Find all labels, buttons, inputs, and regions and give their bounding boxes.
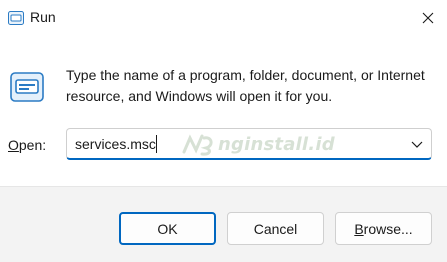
- dialog-footer: OK Cancel Browse...: [0, 186, 447, 262]
- open-combobox[interactable]: services.msc: [66, 128, 432, 160]
- chevron-down-icon[interactable]: [411, 139, 423, 149]
- open-label-accelerator: O: [8, 137, 19, 153]
- dialog-body: Type the name of a program, folder, docu…: [0, 36, 447, 186]
- open-label: Open:: [8, 137, 46, 153]
- open-label-text: pen:: [18, 137, 47, 153]
- text-caret: [156, 135, 157, 153]
- window-title: Run: [30, 9, 56, 25]
- browse-button[interactable]: Browse...: [335, 212, 432, 245]
- close-button[interactable]: [408, 0, 447, 36]
- run-dialog: Run Type the name of a program, folder, …: [0, 0, 447, 262]
- browse-accelerator: B: [354, 220, 364, 237]
- dialog-description: Type the name of a program, folder, docu…: [66, 67, 425, 104]
- run-large-icon: [10, 72, 44, 102]
- run-icon: [8, 11, 24, 25]
- browse-label-text: rowse...: [363, 220, 413, 237]
- cancel-button[interactable]: Cancel: [227, 212, 324, 245]
- title-bar: Run: [0, 0, 447, 36]
- ok-button[interactable]: OK: [119, 212, 216, 245]
- open-input[interactable]: services.msc: [75, 136, 395, 152]
- close-icon: [422, 12, 433, 24]
